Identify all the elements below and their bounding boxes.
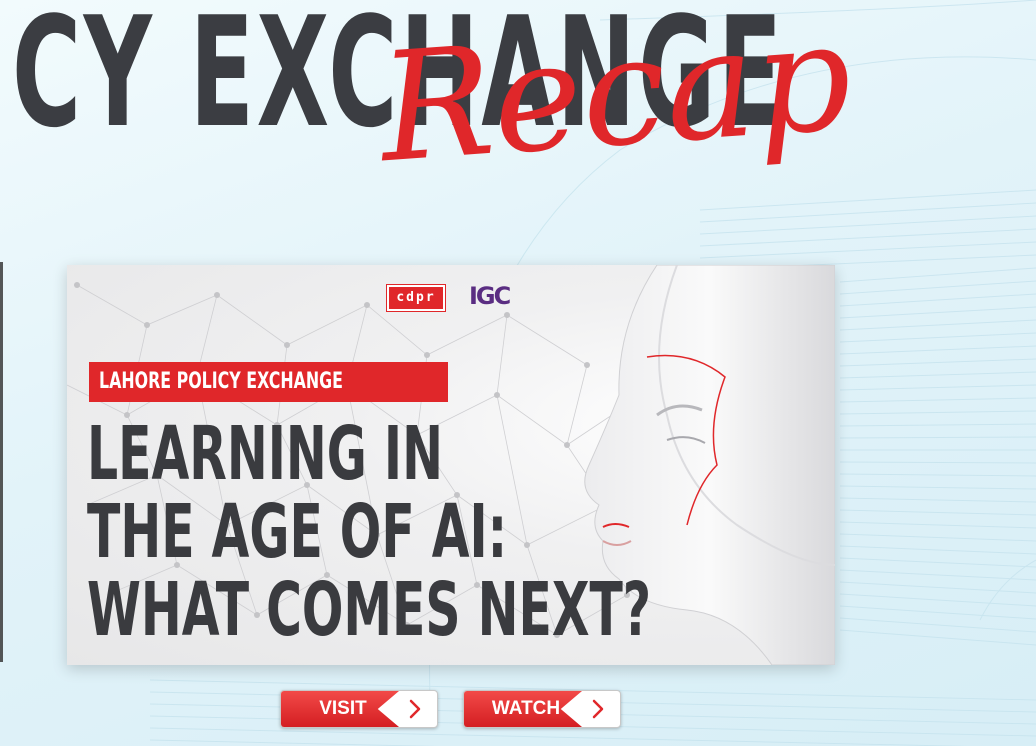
headline-line-1: LEARNING IN [87,411,443,497]
visit-button[interactable]: VISIT [280,690,438,728]
event-headline: LEARNING IN THE AGE OF AI: WHAT COMES NE… [87,415,651,649]
adjacent-slide-edge [0,262,3,662]
headline-line-3: WHAT COMES NEXT? [87,567,652,653]
chevron-right-icon [409,699,421,719]
watch-button[interactable]: WATCH [463,690,621,728]
event-banner-card[interactable]: cdpr IGC LAHORE POLICY EXCHANGE LEARNING… [67,265,835,665]
cdpr-logo: cdpr [387,285,445,311]
igc-logo: IGC [469,282,511,310]
header-script-recap: Recap [374,0,857,197]
chevron-right-icon [592,699,604,719]
event-tag: LAHORE POLICY EXCHANGE [89,362,448,402]
watch-button-label: WATCH [491,698,561,719]
headline-line-2: THE AGE OF AI: [87,489,508,575]
visit-button-label: VISIT [319,698,367,719]
event-tag-label: LAHORE POLICY EXCHANGE [99,369,343,394]
